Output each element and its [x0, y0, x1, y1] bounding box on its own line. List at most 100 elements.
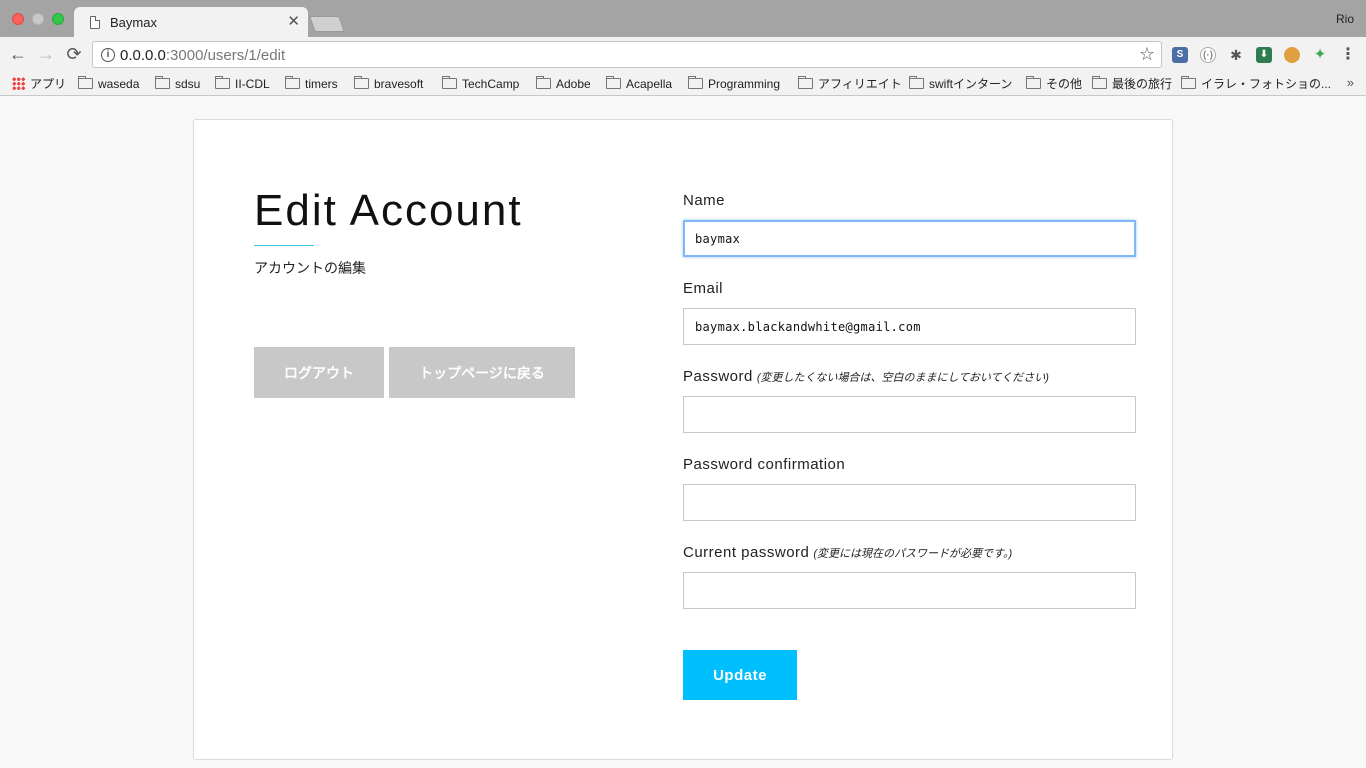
- bookmark-label: 最後の旅行: [1112, 77, 1173, 91]
- current-password-note: (変更には現在のパスワードが必要です。): [813, 548, 1013, 560]
- folder-icon: [536, 76, 551, 89]
- password-label: Password: [683, 368, 753, 385]
- current-password-label-row: Current password (変更には現在のパスワードが必要です。): [683, 542, 1137, 564]
- folder-icon: [606, 76, 621, 89]
- url-text[interactable]: 0.0.0.0:3000/users/1/edit: [120, 47, 285, 64]
- bookmark-label: アフィリエイト: [818, 77, 902, 91]
- bookmark-label: アプリ: [30, 77, 67, 91]
- bookmark-label: sdsu: [175, 77, 201, 91]
- bookmark-folder-ii-cdl[interactable]: II-CDL: [215, 75, 270, 93]
- window-titlebar: Baymax ✕ Rio: [0, 0, 1366, 38]
- bookmark-label: イラレ・フォトショの...: [1201, 77, 1332, 91]
- bookmark-label: Programming: [708, 77, 781, 91]
- folder-icon: [1092, 76, 1107, 89]
- current-password-field-group: Current password (変更には現在のパスワードが必要です。): [683, 542, 1137, 630]
- extension-circle-icon[interactable]: (·): [1200, 47, 1216, 63]
- bookmark-folder-waseda[interactable]: waseda: [78, 75, 139, 93]
- logout-button[interactable]: ログアウト: [254, 347, 384, 398]
- email-input[interactable]: [683, 308, 1136, 345]
- back-to-top-page-button[interactable]: トップページに戻る: [389, 347, 575, 398]
- current-password-input[interactable]: [683, 572, 1136, 609]
- bookmark-label: TechCamp: [462, 77, 520, 91]
- folder-icon: [798, 76, 813, 89]
- info-icon[interactable]: i: [101, 48, 115, 62]
- tab-title: Baymax: [110, 15, 157, 30]
- bookmark-label: swiftインターン: [929, 77, 1013, 91]
- bookmark-folder-acapella[interactable]: Acapella: [606, 75, 672, 93]
- bookmark-apps[interactable]: アプリ: [12, 75, 66, 93]
- bookmark-label: waseda: [98, 77, 140, 91]
- page-title: Edit Account: [254, 186, 523, 235]
- profile-name[interactable]: Rio: [1336, 12, 1354, 26]
- folder-icon: [1181, 76, 1196, 89]
- back-arrow-icon[interactable]: ←: [8, 44, 28, 65]
- browser-toolbar: ← → ⟳ i 0.0.0.0:3000/users/1/edit ☆ S (·…: [0, 37, 1366, 72]
- bookmark-label: timers: [305, 77, 338, 91]
- forward-arrow-icon[interactable]: →: [36, 44, 56, 65]
- bookmark-folder-timers[interactable]: timers: [285, 75, 338, 93]
- bookmark-label: Acapella: [626, 77, 673, 91]
- maximize-window-button[interactable]: [52, 13, 64, 25]
- bookmark-folder-bravesoft[interactable]: bravesoft: [354, 75, 423, 93]
- bookmark-folder-programming[interactable]: Programming: [688, 75, 780, 93]
- folder-icon: [688, 76, 703, 89]
- password-note: (変更したくない場合は、空白のままにしておいてください): [756, 372, 1049, 384]
- new-tab-button[interactable]: [309, 16, 345, 32]
- browser-tab-active[interactable]: Baymax ✕: [74, 7, 308, 38]
- email-label: Email: [683, 280, 724, 297]
- folder-icon: [285, 76, 300, 89]
- page-subtitle: アカウントの編集: [254, 260, 366, 276]
- update-button[interactable]: Update: [683, 650, 797, 700]
- name-input[interactable]: [683, 220, 1136, 257]
- bookmark-folder-other[interactable]: その他: [1026, 75, 1082, 93]
- bookmark-folder-swift-intern[interactable]: swiftインターン: [909, 75, 1012, 93]
- password-input[interactable]: [683, 396, 1136, 433]
- bookmark-folder-sdsu[interactable]: sdsu: [155, 75, 200, 93]
- current-password-label: Current password: [683, 544, 810, 561]
- bookmark-label: Adobe: [556, 77, 591, 91]
- bookmark-label: II-CDL: [235, 77, 270, 91]
- reload-icon[interactable]: ⟳: [64, 44, 84, 65]
- url-path: :3000/users/1/edit: [165, 47, 286, 64]
- email-field-group: Email: [683, 278, 1137, 366]
- bookmark-folder-techcamp[interactable]: TechCamp: [442, 75, 519, 93]
- bookmark-label: bravesoft: [374, 77, 424, 91]
- folder-icon: [442, 76, 457, 89]
- password-confirmation-label: Password confirmation: [683, 456, 846, 473]
- tab-close-icon[interactable]: ✕: [287, 12, 300, 30]
- folder-icon: [909, 76, 924, 89]
- bookmark-folder-affiliate[interactable]: アフィリエイト: [798, 75, 902, 93]
- name-label: Name: [683, 192, 726, 209]
- bookmarks-overflow-icon[interactable]: »: [1347, 75, 1354, 90]
- extension-s-icon[interactable]: S: [1172, 47, 1188, 63]
- password-field-group: Password (変更したくない場合は、空白のままにしておいてください): [683, 366, 1137, 454]
- password-label-row: Password (変更したくない場合は、空白のままにしておいてください): [683, 366, 1137, 388]
- edit-account-form: Name Email Password(変更したくない場合は、空白のままにしてお…: [683, 190, 1137, 630]
- extension-bug-icon[interactable]: ✱: [1228, 47, 1244, 63]
- bookmark-folder-last-trip[interactable]: 最後の旅行: [1092, 75, 1172, 93]
- folder-icon: [78, 76, 93, 89]
- password-confirmation-input[interactable]: [683, 484, 1136, 521]
- folder-icon: [155, 76, 170, 89]
- bookmark-star-icon[interactable]: ☆: [1139, 44, 1155, 65]
- title-underline: [254, 245, 314, 246]
- folder-icon: [354, 76, 369, 89]
- url-host: 0.0.0.0: [120, 47, 166, 64]
- folder-icon: [1026, 76, 1041, 89]
- bookmark-folder-adobe[interactable]: Adobe: [536, 75, 591, 93]
- extension-green-icon[interactable]: ✦: [1312, 47, 1328, 63]
- folder-icon: [215, 76, 230, 89]
- extension-download-icon[interactable]: ⬇: [1256, 47, 1272, 63]
- close-window-button[interactable]: [12, 13, 24, 25]
- address-bar[interactable]: i 0.0.0.0:3000/users/1/edit ☆: [92, 41, 1162, 68]
- edit-account-card: Edit Account アカウントの編集 ログアウト トップページに戻る Na…: [193, 119, 1173, 760]
- bookmark-folder-illustrator-photoshop[interactable]: イラレ・フォトショの...: [1181, 75, 1331, 93]
- bookmark-label: その他: [1046, 77, 1083, 91]
- name-field-group: Name: [683, 190, 1137, 278]
- apps-grid-icon: [12, 77, 25, 90]
- browser-menu-icon[interactable]: ⋮: [1340, 47, 1356, 63]
- minimize-window-button[interactable]: [32, 13, 44, 25]
- extension-cookie-icon[interactable]: [1284, 47, 1300, 63]
- bookmarks-bar: アプリ waseda sdsu II-CDL timers bravesoft …: [0, 72, 1366, 96]
- document-icon: [90, 16, 100, 29]
